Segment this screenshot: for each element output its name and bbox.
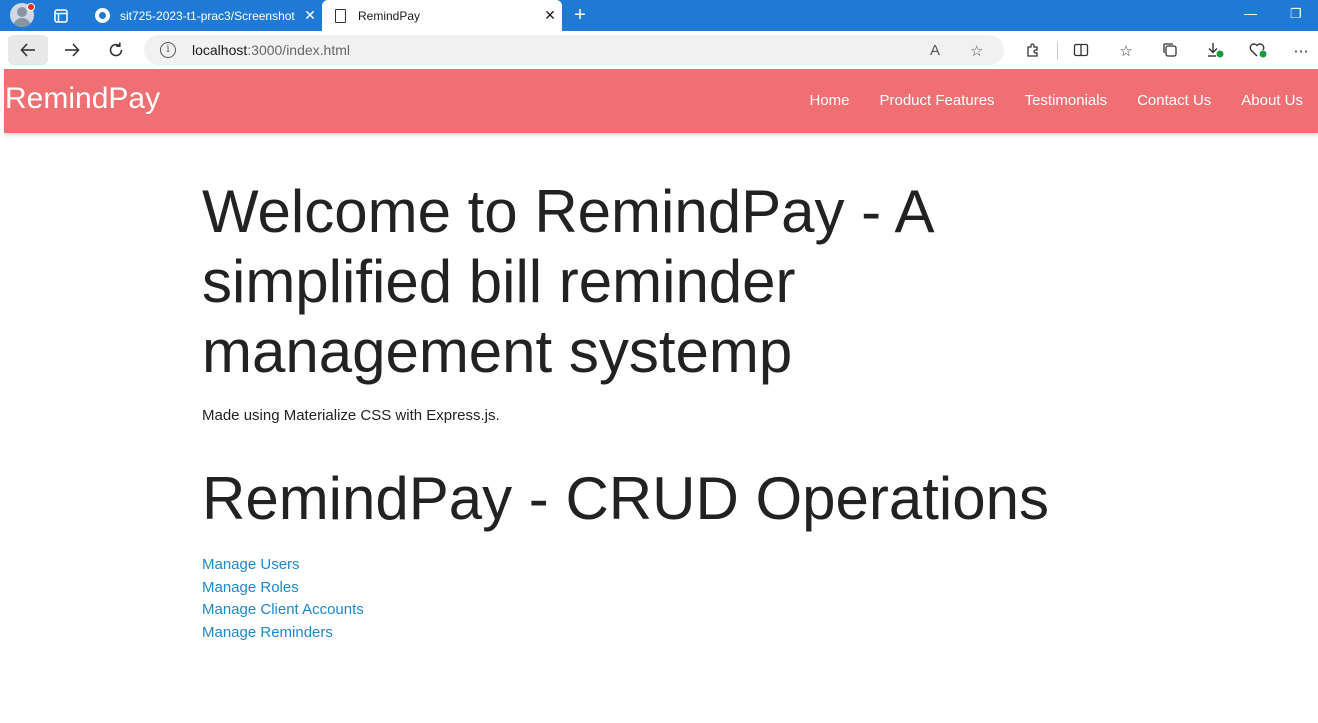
manage-client-accounts-link[interactable]: Manage Client Accounts (202, 599, 1102, 622)
minimize-button[interactable]: — (1244, 6, 1257, 21)
more-options-icon[interactable]: ⋯ (1291, 42, 1311, 60)
hero-title: Welcome to RemindPay - A simplified bill… (202, 178, 932, 385)
forward-button[interactable] (56, 35, 88, 65)
close-tab-icon[interactable]: ✕ (538, 7, 562, 24)
nav-link-about-us[interactable]: About Us (1226, 69, 1318, 133)
downloads-icon[interactable] (1205, 42, 1225, 62)
tab-actions-icon[interactable] (50, 5, 72, 27)
close-tab-icon[interactable]: ✕ (298, 7, 322, 24)
tab-title: RemindPay (358, 8, 421, 23)
hero-subtitle: Made using Materialize CSS with Express.… (202, 407, 500, 424)
address-bar[interactable]: i localhost:3000/index.html A ☆ (144, 35, 1004, 65)
favorites-icon[interactable]: ☆ (1116, 42, 1136, 60)
back-button[interactable] (8, 35, 48, 65)
site-navbar: RemindPay Home Product Features Testimon… (4, 69, 1318, 133)
site-info-icon[interactable]: i (160, 42, 176, 58)
profile-notification-dot (27, 3, 35, 11)
arrow-left-icon (20, 43, 35, 57)
new-tab-button[interactable]: + (570, 4, 590, 26)
nav-link-home[interactable]: Home (794, 69, 864, 133)
page-viewport: RemindPay Home Product Features Testimon… (4, 69, 1318, 723)
performance-icon[interactable] (1248, 42, 1268, 62)
nav-links: Home Product Features Testimonials Conta… (794, 69, 1318, 133)
favorite-star-icon[interactable]: ☆ (970, 42, 983, 60)
brand-logo[interactable]: RemindPay (5, 82, 160, 116)
manage-reminders-link[interactable]: Manage Reminders (202, 622, 1102, 645)
tab-github[interactable]: sit725-2023-t1-prac3/Screenshot ✕ (84, 0, 322, 31)
toolbar-divider (1057, 42, 1058, 60)
crud-section-title: RemindPay - CRUD Operations (202, 465, 1049, 532)
browser-title-bar: sit725-2023-t1-prac3/Screenshot ✕ Remind… (0, 0, 1318, 31)
crud-links: Manage Users Manage Roles Manage Client … (202, 554, 1102, 644)
nav-link-testimonials[interactable]: Testimonials (1010, 69, 1123, 133)
tab-title: sit725-2023-t1-prac3/Screenshot (120, 8, 295, 23)
browser-toolbar: i localhost:3000/index.html A ☆ ☆ ⋯ (0, 31, 1318, 69)
read-aloud-icon[interactable]: A (930, 42, 940, 59)
refresh-icon (109, 42, 123, 57)
nav-link-product-features[interactable]: Product Features (865, 69, 1010, 133)
arrow-right-icon (65, 43, 80, 57)
restore-button[interactable]: ❐ (1290, 6, 1302, 22)
nav-link-contact-us[interactable]: Contact Us (1122, 69, 1226, 133)
refresh-button[interactable] (100, 35, 132, 65)
tab-remindpay[interactable]: RemindPay ✕ (322, 0, 562, 31)
url-text: localhost:3000/index.html (192, 42, 350, 58)
collections-icon[interactable] (1160, 42, 1180, 62)
page-icon (332, 8, 348, 24)
github-icon (94, 8, 110, 24)
extensions-icon[interactable] (1023, 42, 1043, 62)
manage-users-link[interactable]: Manage Users (202, 554, 1102, 577)
manage-roles-link[interactable]: Manage Roles (202, 577, 1102, 600)
main-content: Welcome to RemindPay - A simplified bill… (202, 177, 1102, 644)
split-screen-icon[interactable] (1071, 42, 1091, 62)
